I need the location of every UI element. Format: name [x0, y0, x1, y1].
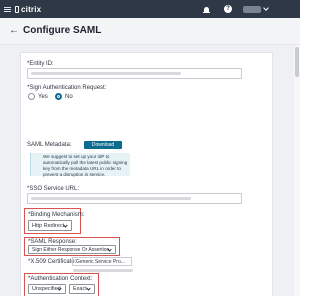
chevron-down-icon: [263, 5, 269, 11]
authentication-context-label: *Authentication Context:: [28, 276, 93, 282]
hamburger-menu-icon[interactable]: [0, 0, 14, 18]
x509-certificate-label: *X.509 Certificate:: [28, 259, 77, 265]
radio-no-control[interactable]: [55, 93, 62, 100]
redacted-value: [31, 197, 191, 200]
user-name-chip: [243, 5, 261, 13]
binding-mechanism-select[interactable]: Http Redirect: [28, 220, 72, 231]
entity-id-input[interactable]: [27, 68, 242, 79]
scrollbar-track[interactable]: [294, 45, 300, 296]
sign-auth-request-label: *Sign Authentication Request:: [27, 85, 107, 91]
entity-id-label: *Entity ID:: [27, 61, 54, 67]
radio-yes-label: Yes: [38, 93, 48, 100]
help-button[interactable]: ?: [222, 0, 234, 18]
saml-response-select[interactable]: Sign Either Response Or Assertion: [28, 245, 116, 254]
top-app-bar: citrix ?: [0, 0, 300, 18]
brand-logo[interactable]: citrix: [15, 0, 55, 18]
brand-name: citrix: [21, 4, 42, 14]
saml-metadata-label: SAML Metadata:: [27, 142, 72, 148]
saml-response-value: Sign Either Response Or Assertion: [32, 246, 110, 253]
sso-service-url-input[interactable]: [27, 193, 242, 204]
chevron-down-icon: [86, 286, 91, 291]
page-header: ← Configure SAML: [0, 18, 300, 45]
binding-mechanism-label: *Binding Mechanism:: [28, 212, 85, 218]
bell-icon[interactable]: [200, 0, 212, 18]
chevron-down-icon: [63, 223, 68, 228]
radio-no-label: No: [65, 93, 73, 100]
metadata-note-text: We suggest to set up your IdP to automat…: [43, 154, 128, 177]
radio-yes[interactable]: Yes: [28, 93, 48, 100]
authentication-comparison-select[interactable]: Exact: [69, 284, 95, 294]
authentication-context-select[interactable]: Unspecified: [28, 284, 66, 294]
scrollbar-thumb[interactable]: [295, 47, 299, 77]
page-title: Configure SAML: [23, 25, 102, 36]
x509-certificate-value: Generic Service Pro...: [76, 258, 125, 265]
radio-yes-control[interactable]: [28, 93, 35, 100]
x509-certificate-select[interactable]: Generic Service Pro...: [72, 257, 132, 266]
arrow-left-icon[interactable]: ←: [9, 25, 19, 37]
redacted-value: [73, 269, 133, 272]
authentication-context-value: Unspecified: [32, 286, 61, 292]
sso-service-url-label: *SSO Service URL:: [27, 186, 80, 192]
download-button[interactable]: Download: [84, 141, 122, 149]
redacted-value: [31, 72, 181, 75]
user-menu[interactable]: [243, 0, 273, 18]
binding-mechanism-value: Http Redirect: [32, 222, 65, 229]
chevron-down-icon: [57, 286, 62, 291]
help-icon: ?: [224, 5, 232, 13]
authentication-comparison-value: Exact: [73, 286, 87, 292]
radio-no[interactable]: No: [55, 93, 73, 100]
chevron-down-icon: [107, 247, 112, 252]
logo-mark-icon: [15, 5, 19, 13]
